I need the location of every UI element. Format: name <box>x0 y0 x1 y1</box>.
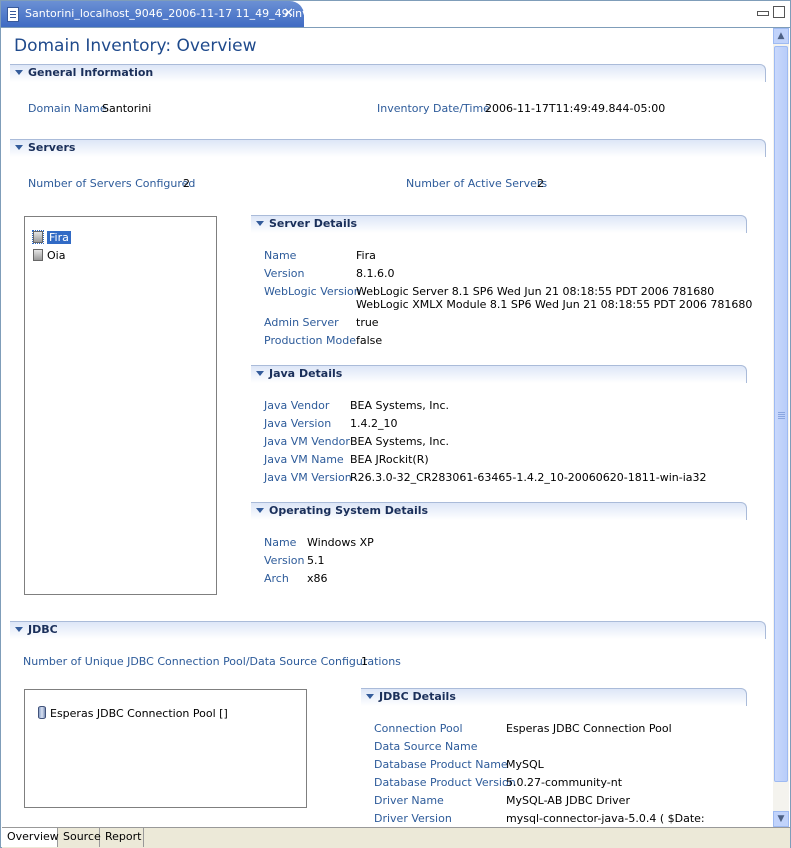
weblogic-version-line-2: WebLogic XMLX Module 8.1 SP6 Wed Jun 21 … <box>356 298 753 311</box>
admin-server-label: Admin Server <box>264 316 339 329</box>
driver-name-label: Driver Name <box>374 794 444 807</box>
minimize-icon[interactable] <box>757 11 769 16</box>
close-icon[interactable]: ✕ <box>283 1 294 27</box>
vertical-scrollbar[interactable]: ▲ ▼ <box>773 28 789 827</box>
inventory-date-value: 2006-11-17T11:49:49.844-05:00 <box>485 102 666 115</box>
db-product-version-value: 5.0.27-community-nt <box>506 776 623 789</box>
jdbc-pool-item[interactable]: Esperas JDBC Connection Pool [] <box>38 706 228 720</box>
admin-server-value: true <box>356 316 379 329</box>
grip-icon <box>778 412 785 413</box>
editor-tab-title: Santorini_localhost_9046_2006-11-17 11_4… <box>25 7 309 20</box>
os-version-value: 5.1 <box>307 554 325 567</box>
java-vm-version-value: R26.3.0-32_CR283061-63465-1.4.2_10-20060… <box>350 471 707 484</box>
server-name-label: Name <box>264 249 297 262</box>
section-title: Java Details <box>269 367 343 380</box>
inventory-date-label: Inventory Date/Time <box>377 102 490 115</box>
os-arch-label: Arch <box>264 572 289 585</box>
section-server-details[interactable]: Server Details <box>251 215 747 233</box>
domain-name-value: Santorini <box>102 102 152 115</box>
section-os-details[interactable]: Operating System Details <box>251 502 747 520</box>
active-servers-label: Number of Active Servers <box>406 177 548 190</box>
java-vm-name-value: BEA JRockit(R) <box>350 453 429 466</box>
scroll-down-icon[interactable]: ▼ <box>773 811 789 827</box>
os-name-label: Name <box>264 536 297 549</box>
driver-version-label: Driver Version <box>374 812 452 825</box>
collapse-triangle-icon[interactable] <box>256 508 264 513</box>
os-version-label: Version <box>264 554 305 567</box>
db-product-name-value: MySQL <box>506 758 544 771</box>
section-general-information[interactable]: General Information <box>10 64 766 82</box>
db-product-version-label: Database Product Version <box>374 776 516 789</box>
file-icon <box>7 7 19 22</box>
jdbc-unique-configs-value: 1 <box>361 655 368 668</box>
maximize-icon[interactable] <box>773 6 785 18</box>
java-vm-name-label: Java VM Name <box>264 453 344 466</box>
java-version-label: Java Version <box>264 417 332 430</box>
servers-configured-value: 2 <box>183 177 190 190</box>
os-arch-value: x86 <box>307 572 328 585</box>
jdbc-pool-tree[interactable]: Esperas JDBC Connection Pool [] <box>24 689 307 808</box>
java-vm-vendor-value: BEA Systems, Inc. <box>350 435 450 448</box>
server-tree[interactable]: Fira Oia <box>24 216 217 595</box>
java-vendor-label: Java Vendor <box>264 399 330 412</box>
server-version-value: 8.1.6.0 <box>356 267 395 280</box>
database-icon <box>38 706 46 719</box>
collapse-triangle-icon[interactable] <box>256 371 264 376</box>
active-servers-value: 2 <box>537 177 544 190</box>
collapse-triangle-icon[interactable] <box>256 221 264 226</box>
server-icon <box>33 249 43 261</box>
server-name-value: Fira <box>356 249 376 262</box>
section-jdbc-details[interactable]: JDBC Details <box>361 688 747 706</box>
collapse-triangle-icon[interactable] <box>15 145 23 150</box>
editor-window: Santorini_localhost_9046_2006-11-17 11_4… <box>0 0 791 848</box>
editor-tab-bar: Santorini_localhost_9046_2006-11-17 11_4… <box>1 1 790 28</box>
weblogic-version-line-1: WebLogic Server 8.1 SP6 Wed Jun 21 08:18… <box>356 285 715 298</box>
section-java-details[interactable]: Java Details <box>251 365 747 383</box>
server-version-label: Version <box>264 267 305 280</box>
editor-page-tabs: Overview Source Report <box>2 827 790 848</box>
server-tree-item-fira[interactable]: Fira <box>32 230 71 245</box>
server-tree-item-oia[interactable]: Oia <box>33 249 65 263</box>
scroll-up-icon[interactable]: ▲ <box>773 28 789 44</box>
driver-name-value: MySQL-AB JDBC Driver <box>506 794 630 807</box>
servers-configured-label: Number of Servers Configured <box>28 177 196 190</box>
domain-name-label: Domain Name <box>28 102 107 115</box>
java-version-value: 1.4.2_10 <box>350 417 398 430</box>
server-icon <box>32 230 44 244</box>
db-product-name-label: Database Product Name <box>374 758 508 771</box>
collapse-triangle-icon[interactable] <box>15 70 23 75</box>
scrollbar-thumb[interactable] <box>774 46 788 782</box>
production-mode-value: false <box>356 334 383 347</box>
driver-version-value: mysql-connector-java-5.0.4 ( $Date: <box>506 812 705 825</box>
section-title: JDBC <box>28 623 58 636</box>
data-source-name-label: Data Source Name <box>374 740 478 753</box>
java-vm-version-label: Java VM Version <box>264 471 352 484</box>
os-name-value: Windows XP <box>307 536 374 549</box>
tab-source[interactable]: Source <box>58 828 101 847</box>
tab-overview[interactable]: Overview <box>2 828 59 847</box>
section-title: Operating System Details <box>269 504 429 517</box>
java-vendor-value: BEA Systems, Inc. <box>350 399 450 412</box>
form-content: Domain Inventory: Overview General Infor… <box>2 28 772 828</box>
connection-pool-value: Esperas JDBC Connection Pool <box>506 722 672 735</box>
connection-pool-label: Connection Pool <box>374 722 463 735</box>
collapse-triangle-icon[interactable] <box>15 627 23 632</box>
section-title: Servers <box>28 141 76 154</box>
section-jdbc[interactable]: JDBC <box>10 621 766 639</box>
editor-tab[interactable]: Santorini_localhost_9046_2006-11-17 11_4… <box>1 1 309 27</box>
section-servers[interactable]: Servers <box>10 139 766 157</box>
section-title: Server Details <box>269 217 358 230</box>
production-mode-label: Production Mode <box>264 334 356 347</box>
section-title: General Information <box>28 66 154 79</box>
weblogic-version-label: WebLogic Version <box>264 285 361 298</box>
page-title: Domain Inventory: Overview <box>14 36 257 56</box>
jdbc-unique-configs-label: Number of Unique JDBC Connection Pool/Da… <box>23 655 401 668</box>
java-vm-vendor-label: Java VM Vendor <box>264 435 350 448</box>
tab-report[interactable]: Report <box>100 828 144 847</box>
collapse-triangle-icon[interactable] <box>366 694 374 699</box>
section-title: JDBC Details <box>379 690 456 703</box>
